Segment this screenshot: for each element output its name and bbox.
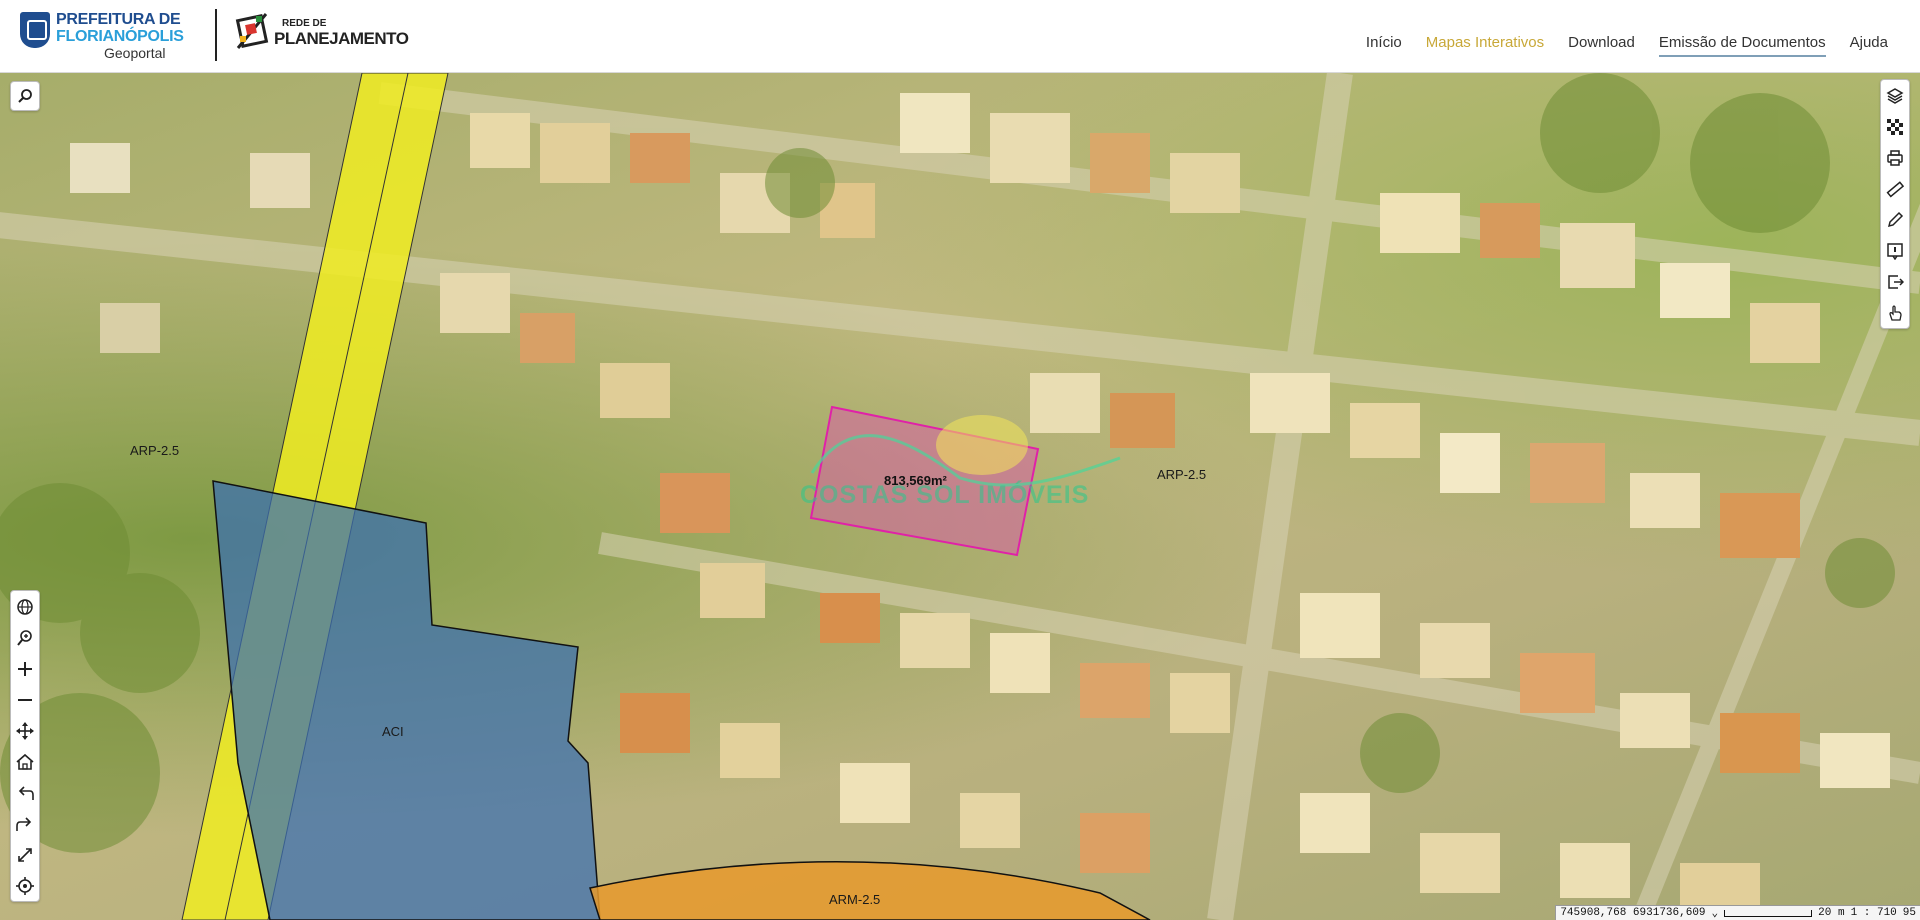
checker-icon [1887, 118, 1903, 135]
pencil-icon [1887, 211, 1904, 227]
brand-subtitle: Geoportal [104, 45, 166, 61]
locate-button[interactable] [11, 870, 39, 901]
export-button[interactable] [1881, 266, 1909, 297]
zoom-in-button[interactable] [11, 653, 39, 684]
redo-icon [16, 816, 32, 831]
scale-bar-label: 20 m [1818, 907, 1845, 919]
status-extra: 95 [1902, 907, 1916, 919]
nav-mapas-interativos[interactable]: Mapas Interativos [1426, 34, 1544, 57]
top-header: PREFEITURA DE FLORIANÓPOLIS Geoportal RE… [0, 0, 1920, 73]
nav-emissao-documentos[interactable]: Emissão de Documentos [1658, 34, 1826, 57]
prefeitura-logo[interactable]: PREFEITURA DE FLORIANÓPOLIS Geoportal [20, 9, 190, 61]
pan-button[interactable] [11, 715, 39, 746]
pan-icon [16, 721, 34, 740]
nav-ajuda[interactable]: Ajuda [1850, 34, 1888, 57]
basemap-button[interactable] [1881, 111, 1909, 142]
coordinate-readout: 745908,768 6931736,609 [1560, 907, 1706, 919]
zoom-out-button[interactable] [11, 684, 39, 715]
left-toolbar [10, 590, 40, 902]
rede-small-text: REDE DE [282, 18, 327, 29]
search-icon [18, 89, 32, 103]
right-toolbar [1880, 79, 1910, 329]
watermark-text: COSTAS SOL IMÓVEIS [800, 481, 1090, 509]
hand-pointer-icon [1889, 304, 1902, 321]
minus-icon [18, 698, 32, 701]
print-icon [1887, 149, 1903, 166]
print-button[interactable] [1881, 142, 1909, 173]
home-button[interactable] [11, 746, 39, 777]
fullscreen-icon [18, 847, 32, 862]
nav-download[interactable]: Download [1568, 34, 1635, 57]
map-canvas[interactable]: ARP-2.5 ARP-2.5 ACI ARM-2.5 813,569m² CO… [0, 73, 1920, 920]
identify-button[interactable] [1881, 297, 1909, 328]
ruler-icon [1886, 180, 1904, 197]
globe-button[interactable] [11, 591, 39, 622]
layers-icon [1886, 87, 1904, 104]
scale-ratio: 1 : 710 [1850, 907, 1897, 919]
rede-planejamento-logo[interactable]: REDE DE PLANEJAMENTO [234, 10, 414, 60]
measure-button[interactable] [1881, 173, 1909, 204]
info-icon [1887, 242, 1903, 260]
draw-button[interactable] [1881, 204, 1909, 235]
watermark-sun [936, 415, 1028, 475]
search-button[interactable] [10, 81, 40, 111]
home-icon [16, 753, 34, 770]
brasao-icon [20, 12, 50, 48]
layers-button[interactable] [1881, 80, 1909, 111]
globe-icon [17, 598, 33, 615]
zone-label-arp-left: ARP-2.5 [130, 443, 180, 458]
zoom-area-button[interactable] [11, 622, 39, 653]
plus-icon [18, 661, 32, 676]
projection-dropdown-icon[interactable]: ⌄ [1712, 906, 1719, 920]
map-status-bar: 745908,768 6931736,609 ⌄ 20 m 1 : 710 95 [1555, 905, 1920, 920]
locate-icon [16, 876, 34, 895]
info-button[interactable] [1881, 235, 1909, 266]
arm-zone[interactable] [589, 860, 1151, 920]
undo-button[interactable] [11, 777, 39, 808]
fullscreen-button[interactable] [11, 839, 39, 870]
zone-label-arp-right: ARP-2.5 [1157, 467, 1207, 482]
header-divider [215, 9, 217, 61]
rede-emblem-icon [235, 13, 269, 49]
zoom-area-icon [17, 629, 32, 646]
rede-big-text: PLANEJAMENTO [274, 29, 409, 48]
zone-label-arm: ARM-2.5 [829, 892, 881, 907]
brand-line2: FLORIANÓPOLIS [56, 28, 184, 45]
redo-button[interactable] [11, 808, 39, 839]
nav-inicio[interactable]: Início [1366, 34, 1402, 57]
aci-zone[interactable] [212, 480, 601, 920]
zone-label-aci: ACI [382, 724, 404, 739]
undo-icon [18, 785, 34, 800]
brand-line1: PREFEITURA DE [56, 11, 181, 28]
export-icon [1888, 274, 1904, 289]
scale-bar [1724, 909, 1813, 917]
main-nav: Início Mapas Interativos Download Emissã… [1366, 34, 1888, 57]
